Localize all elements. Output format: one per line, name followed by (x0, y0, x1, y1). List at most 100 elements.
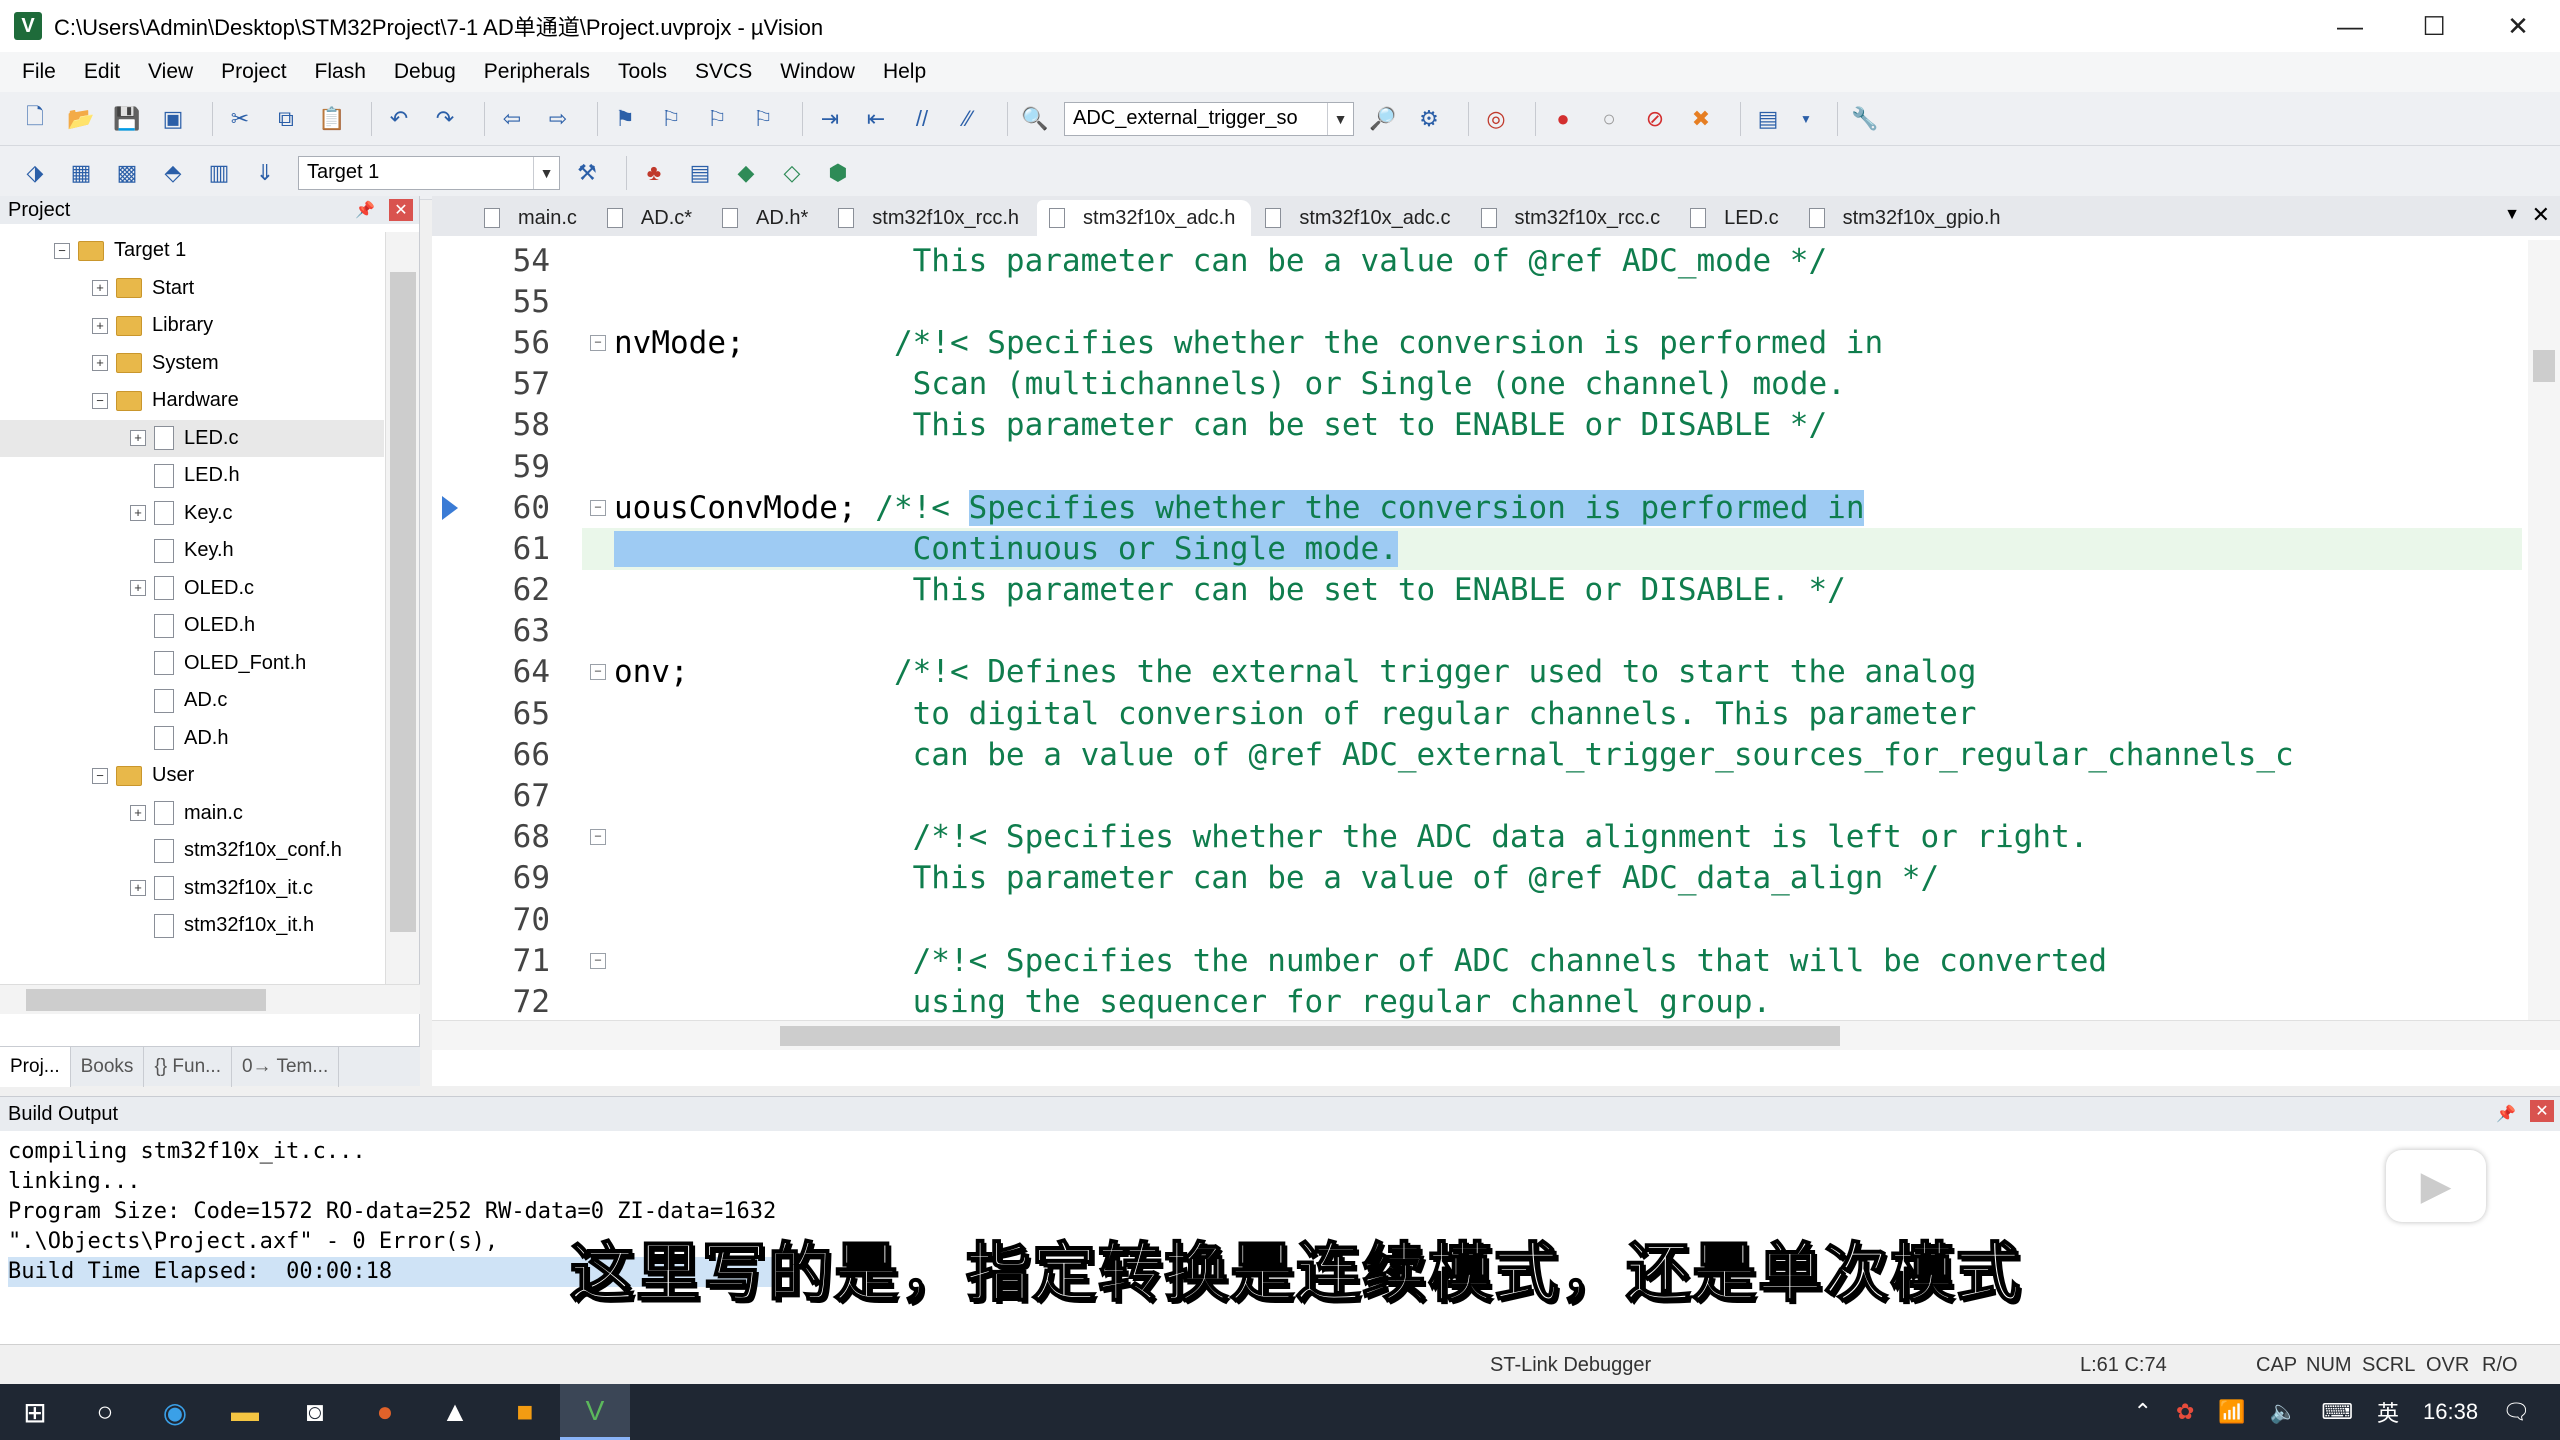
incremental-find-icon[interactable]: ⚙ (1412, 102, 1446, 136)
file-explorer-icon[interactable]: ▬ (210, 1384, 280, 1440)
save-all-icon[interactable]: ▣ (156, 102, 190, 136)
minimize-button[interactable]: — (2308, 0, 2392, 52)
find-combo[interactable]: ADC_external_trigger_so ▼ (1064, 101, 1354, 136)
tree-item[interactable]: + main.c (0, 795, 384, 833)
tree-item[interactable]: + stm32f10x_it.c (0, 870, 384, 908)
panel-tab[interactable]: 0→ Tem... (232, 1046, 340, 1087)
stop-build-icon[interactable]: ▥ (202, 156, 236, 190)
recorder-app-icon[interactable]: ■ (490, 1384, 560, 1440)
comment-icon[interactable]: // (905, 102, 939, 136)
cut-icon[interactable]: ✂ (223, 102, 257, 136)
tree-item[interactable]: LED.h (0, 457, 384, 495)
chevron-down-icon[interactable]: ▼ (533, 156, 559, 189)
tree-item[interactable]: OLED.h (0, 607, 384, 645)
tree-item[interactable]: Key.h (0, 532, 384, 570)
fold-icon[interactable]: − (590, 952, 606, 969)
editor-tab[interactable]: stm32f10x_gpio.h (1797, 200, 2017, 236)
pin-icon[interactable]: 📌 (355, 200, 375, 220)
scrollbar-thumb[interactable] (2533, 350, 2555, 382)
project-tree-hscrollbar[interactable] (0, 984, 420, 1014)
editor-hscrollbar[interactable] (432, 1020, 2560, 1050)
menu-peripherals[interactable]: Peripherals (470, 60, 604, 84)
editor-tab[interactable]: stm32f10x_rcc.c (1469, 200, 1677, 236)
fold-icon[interactable]: − (590, 664, 606, 681)
editor-tab[interactable]: main.c (472, 200, 593, 236)
panel-tab[interactable]: {} Fun... (144, 1046, 232, 1087)
target-combo[interactable]: Target 1 ▼ (298, 155, 560, 190)
tree-item[interactable]: + Start (0, 270, 384, 308)
editor-tab[interactable]: stm32f10x_adc.h (1037, 200, 1252, 236)
menu-view[interactable]: View (134, 60, 207, 84)
find-in-files-icon[interactable]: 🔍 (1018, 102, 1052, 136)
camera-app-icon[interactable]: ◙ (280, 1384, 350, 1440)
editor-vscrollbar[interactable] (2528, 240, 2560, 1036)
uncomment-icon[interactable]: ⁄⁄ (951, 102, 985, 136)
ime-indicator[interactable]: 英 (2377, 1396, 2399, 1428)
target-options-icon[interactable]: ⚒ (570, 156, 604, 190)
component-icon[interactable]: ⬢ (821, 156, 855, 190)
manage-rte-icon[interactable]: ◆ (729, 156, 763, 190)
expand-icon[interactable]: + (92, 317, 108, 334)
network-icon[interactable]: 📶 (2218, 1399, 2245, 1425)
batch-build-icon[interactable]: ⬘ (156, 156, 190, 190)
tree-item[interactable]: + System (0, 345, 384, 383)
menu-project[interactable]: Project (207, 60, 300, 84)
play-icon[interactable]: ▶ (2386, 1150, 2486, 1222)
windows-start-icon[interactable]: ⊞ (0, 1384, 70, 1440)
editor-tab[interactable]: stm32f10x_adc.c (1253, 200, 1466, 236)
panel-tab[interactable]: Proj... (0, 1046, 71, 1087)
enable-breakpoint-icon[interactable]: ○ (1592, 102, 1626, 136)
insert-bookmark-icon[interactable]: ⚑ (608, 102, 642, 136)
expand-icon[interactable]: + (130, 805, 146, 822)
tree-item[interactable]: − User (0, 757, 384, 795)
tree-item[interactable]: − Target 1 (0, 232, 384, 270)
menu-tools[interactable]: Tools (604, 60, 681, 84)
find-icon[interactable]: 🔎 (1366, 102, 1400, 136)
tree-item[interactable]: AD.h (0, 720, 384, 758)
edge-browser-icon[interactable]: ◉ (140, 1384, 210, 1440)
new-file-icon[interactable]: 🗋 (18, 102, 52, 136)
expand-icon[interactable]: + (92, 355, 108, 372)
tree-item[interactable]: AD.c (0, 682, 384, 720)
pin-icon[interactable]: 📌 (2496, 1104, 2516, 1124)
close-tab-icon[interactable]: ✕ (2532, 202, 2550, 228)
fold-icon[interactable]: − (590, 499, 606, 516)
uvision-taskbar-icon[interactable]: V (560, 1384, 630, 1440)
menu-edit[interactable]: Edit (70, 60, 134, 84)
indent-icon[interactable]: ⇥ (813, 102, 847, 136)
manage-project-items-icon[interactable]: ♣ (637, 156, 671, 190)
tree-item[interactable]: OLED_Font.h (0, 645, 384, 683)
kill-breakpoints-icon[interactable]: ✖ (1684, 102, 1718, 136)
tree-item[interactable]: + OLED.c (0, 570, 384, 608)
collapse-icon[interactable]: − (92, 392, 108, 409)
powerpoint-icon[interactable]: ● (350, 1384, 420, 1440)
tree-item[interactable]: stm32f10x_it.h (0, 907, 384, 945)
close-icon[interactable]: ✕ (389, 199, 413, 221)
menu-help[interactable]: Help (869, 60, 940, 84)
tree-item[interactable]: + LED.c (0, 419, 384, 457)
tray-chevron-up-icon[interactable]: ⌃ (2134, 1399, 2152, 1425)
download-icon[interactable]: ⇓ (248, 156, 282, 190)
editor-tab[interactable]: AD.h* (710, 200, 824, 236)
menu-debug[interactable]: Debug (380, 60, 470, 84)
keyboard-icon[interactable]: ⌨ (2321, 1399, 2353, 1425)
menu-window[interactable]: Window (766, 60, 869, 84)
previous-bookmark-icon[interactable]: ⚐ (654, 102, 688, 136)
navigate-back-icon[interactable]: ⇦ (495, 102, 529, 136)
editor-tab[interactable]: stm32f10x_rcc.h (826, 200, 1035, 236)
unindent-icon[interactable]: ⇤ (859, 102, 893, 136)
build-icon[interactable]: ▦ (64, 156, 98, 190)
photos-icon[interactable]: ▲ (420, 1384, 490, 1440)
next-bookmark-icon[interactable]: ⚐ (700, 102, 734, 136)
expand-icon[interactable]: + (92, 280, 108, 297)
menu-svcs[interactable]: SVCS (681, 60, 766, 84)
expand-icon[interactable]: + (130, 580, 146, 597)
paste-icon[interactable]: 📋 (315, 102, 349, 136)
disable-breakpoints-icon[interactable]: ⊘ (1638, 102, 1672, 136)
chevron-down-icon[interactable]: ▼ (1327, 102, 1353, 135)
expand-icon[interactable]: + (130, 505, 146, 522)
open-file-icon[interactable]: 📂 (64, 102, 98, 136)
volume-icon[interactable]: 🔈 (2270, 1399, 2297, 1425)
debug-session-icon[interactable]: ◎ (1479, 102, 1513, 136)
insert-breakpoint-icon[interactable]: ● (1546, 102, 1580, 136)
